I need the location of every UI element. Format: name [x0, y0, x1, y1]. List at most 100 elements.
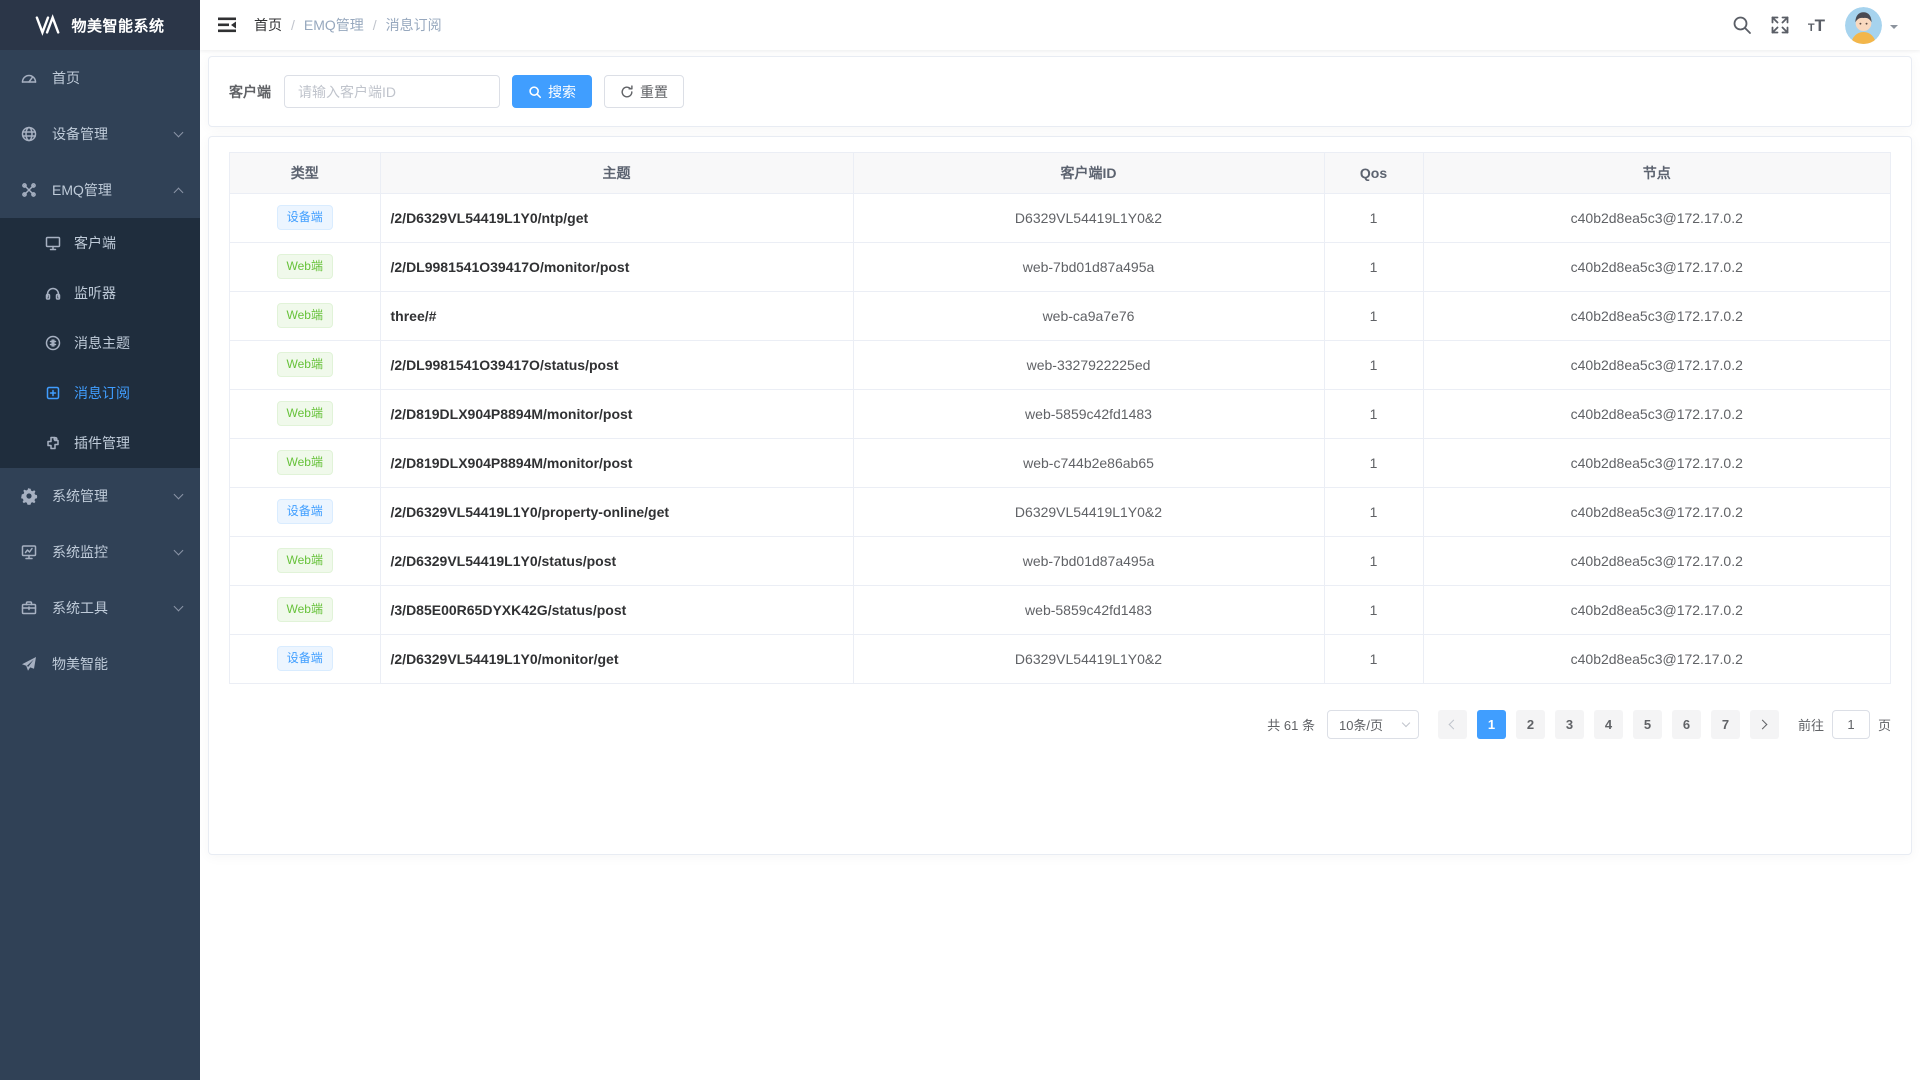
type-cell: 设备端 — [230, 634, 380, 683]
sidebar-item-client[interactable]: 客户端 — [0, 218, 200, 268]
topic-cell: /2/D6329VL54419L1Y0/status/post — [380, 536, 853, 585]
table-row: 设备端/2/D6329VL54419L1Y0/monitor/getD6329V… — [230, 634, 1890, 683]
client-id-cell: D6329VL54419L1Y0&2 — [853, 487, 1324, 536]
qos-cell: 1 — [1324, 634, 1423, 683]
page-size-select[interactable]: 10条/页 — [1327, 710, 1419, 739]
sidebar-item-label: 系统工具 — [52, 598, 175, 618]
table-header-row: 类型主题客户端IDQos节点 — [230, 153, 1890, 193]
sidebar-menu: 首页设备管理EMQ管理客户端监听器消息主题消息订阅插件管理系统管理系统监控系统工… — [0, 50, 200, 692]
chevron-down-icon — [174, 489, 184, 499]
chevron-down-icon — [1402, 718, 1410, 726]
sidebar-item-wumei[interactable]: 物美智能 — [0, 636, 200, 692]
main-area: 首页/EMQ管理/消息订阅 TT — [200, 0, 1920, 861]
chevron-down-icon — [174, 127, 184, 137]
plugin-icon — [44, 434, 62, 452]
node-cell: c40b2d8ea5c3@172.17.0.2 — [1423, 242, 1890, 291]
reset-button[interactable]: 重置 — [604, 75, 684, 108]
page-button-6[interactable]: 6 — [1672, 710, 1701, 739]
type-badge: Web端 — [277, 303, 333, 328]
sidebar-item-emq[interactable]: EMQ管理 — [0, 162, 200, 218]
breadcrumb-separator: / — [291, 17, 295, 33]
node-cell: c40b2d8ea5c3@172.17.0.2 — [1423, 487, 1890, 536]
node-cell: c40b2d8ea5c3@172.17.0.2 — [1423, 340, 1890, 389]
page-button-3[interactable]: 3 — [1555, 710, 1584, 739]
avatar[interactable] — [1845, 7, 1882, 44]
column-header: 主题 — [380, 153, 853, 193]
breadcrumb-separator: / — [373, 17, 377, 33]
client-id-cell: web-ca9a7e76 — [853, 291, 1324, 340]
type-cell: Web端 — [230, 340, 380, 389]
qos-cell: 1 — [1324, 291, 1423, 340]
table-row: Web端/2/DL9981541O39417O/status/postweb-3… — [230, 340, 1890, 389]
table-row: Web端/2/DL9981541O39417O/monitor/postweb-… — [230, 242, 1890, 291]
page-button-4[interactable]: 4 — [1594, 710, 1623, 739]
table-row: 设备端/2/D6329VL54419L1Y0/ntp/getD6329VL544… — [230, 193, 1890, 242]
topic-cell: /2/DL9981541O39417O/monitor/post — [380, 242, 853, 291]
navbar-right: TT — [1714, 7, 1898, 44]
sidebar-item-tool[interactable]: 系统工具 — [0, 580, 200, 636]
topic-icon — [44, 334, 62, 352]
type-cell: Web端 — [230, 389, 380, 438]
client-id-cell: D6329VL54419L1Y0&2 — [853, 634, 1324, 683]
system-icon — [20, 487, 38, 505]
submenu-emq: 客户端监听器消息主题消息订阅插件管理 — [0, 218, 200, 468]
sidebar-item-device[interactable]: 设备管理 — [0, 106, 200, 162]
sidebar-item-plugin[interactable]: 插件管理 — [0, 418, 200, 468]
sidebar-item-monitor[interactable]: 系统监控 — [0, 524, 200, 580]
node-cell: c40b2d8ea5c3@172.17.0.2 — [1423, 291, 1890, 340]
send-icon — [20, 655, 38, 673]
hamburger-icon[interactable] — [216, 14, 238, 36]
client-id-cell: web-5859c42fd1483 — [853, 585, 1324, 634]
page-number-list: 1234567 — [1472, 710, 1745, 739]
table-row: Web端/3/D85E00R65DYXK42G/status/postweb-5… — [230, 585, 1890, 634]
search-icon[interactable] — [1732, 15, 1752, 35]
sidebar-item-subscribe[interactable]: 消息订阅 — [0, 368, 200, 418]
page-button-2[interactable]: 2 — [1516, 710, 1545, 739]
sidebar-item-label: 物美智能 — [52, 654, 182, 674]
node-cell: c40b2d8ea5c3@172.17.0.2 — [1423, 389, 1890, 438]
table-row: Web端/2/D819DLX904P8894M/monitor/postweb-… — [230, 438, 1890, 487]
type-badge: Web端 — [277, 548, 333, 573]
breadcrumb-item[interactable]: 首页 — [254, 15, 282, 35]
client-id-cell: web-7bd01d87a495a — [853, 536, 1324, 585]
client-id-cell: web-5859c42fd1483 — [853, 389, 1324, 438]
logo-icon — [35, 14, 61, 36]
node-cell: c40b2d8ea5c3@172.17.0.2 — [1423, 634, 1890, 683]
sidebar-item-label: 客户端 — [74, 233, 182, 253]
type-badge: 设备端 — [277, 646, 333, 671]
type-cell: 设备端 — [230, 487, 380, 536]
fullscreen-icon[interactable] — [1770, 15, 1790, 35]
sidebar-item-system[interactable]: 系统管理 — [0, 468, 200, 524]
client-id-input[interactable] — [284, 75, 500, 108]
table-row: Web端/2/D819DLX904P8894M/monitor/postweb-… — [230, 389, 1890, 438]
qos-cell: 1 — [1324, 438, 1423, 487]
column-header: 节点 — [1423, 153, 1890, 193]
topic-cell: /3/D85E00R65DYXK42G/status/post — [380, 585, 853, 634]
caret-down-icon[interactable] — [1890, 25, 1898, 33]
page-button-1[interactable]: 1 — [1477, 710, 1506, 739]
sidebar-item-label: 系统监控 — [52, 542, 175, 562]
emq-icon — [20, 181, 38, 199]
sidebar-item-home[interactable]: 首页 — [0, 50, 200, 106]
page-button-7[interactable]: 7 — [1711, 710, 1740, 739]
jump-page-input[interactable] — [1832, 710, 1870, 739]
page-content: 客户端 搜索 重置 — [200, 50, 1920, 861]
sidebar-item-label: 消息订阅 — [74, 383, 182, 403]
sidebar-item-listener[interactable]: 监听器 — [0, 268, 200, 318]
sidebar-item-topic[interactable]: 消息主题 — [0, 318, 200, 368]
listener-icon — [44, 284, 62, 302]
node-cell: c40b2d8ea5c3@172.17.0.2 — [1423, 438, 1890, 487]
font-size-icon[interactable]: TT — [1808, 17, 1825, 34]
page-button-5[interactable]: 5 — [1633, 710, 1662, 739]
search-button-icon — [528, 85, 542, 99]
subscribe-icon — [44, 384, 62, 402]
next-page-button[interactable] — [1750, 710, 1779, 739]
device-icon — [20, 125, 38, 143]
table-row: 设备端/2/D6329VL54419L1Y0/property-online/g… — [230, 487, 1890, 536]
topic-cell: /2/D6329VL54419L1Y0/monitor/get — [380, 634, 853, 683]
type-cell: Web端 — [230, 242, 380, 291]
prev-page-button[interactable] — [1438, 710, 1467, 739]
app-logo[interactable]: 物美智能系统 — [0, 0, 200, 50]
node-cell: c40b2d8ea5c3@172.17.0.2 — [1423, 193, 1890, 242]
search-button[interactable]: 搜索 — [512, 75, 592, 108]
